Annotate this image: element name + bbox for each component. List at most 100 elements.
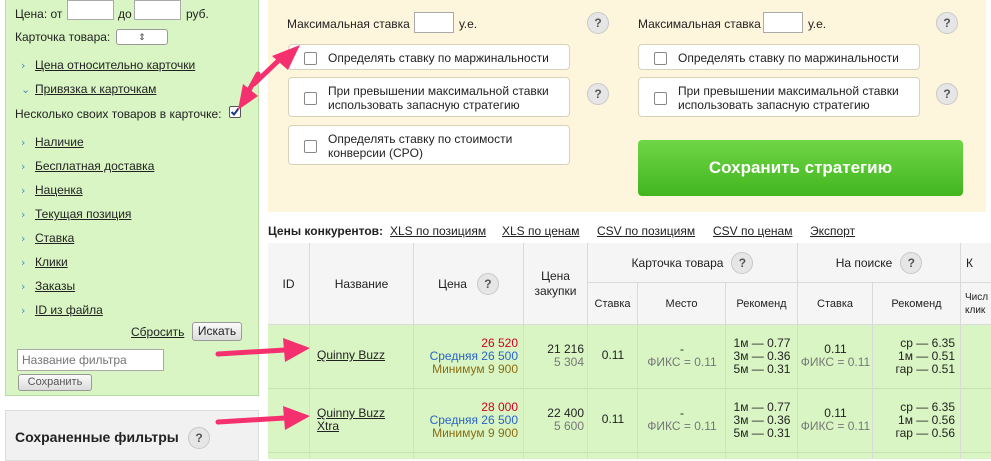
chevron-right-icon: › (21, 231, 26, 245)
header-bid: Ставка (588, 283, 638, 325)
place-cell: - ФИКС = 0.11 (647, 342, 717, 369)
nav-item[interactable]: › Бесплатная доставка (21, 157, 154, 175)
nav-card-binding[interactable]: ⌄ Привязка к карточкам (21, 80, 156, 98)
price-cell: 28 000 Средняя 26 500 Минимум 9 900 (418, 401, 518, 440)
chevron-right-icon: › (21, 135, 26, 149)
price-to-input[interactable] (134, 0, 181, 20)
max-bid-label-2: Максимальная ставка (638, 17, 761, 31)
fallback-checkbox[interactable] (304, 92, 317, 105)
table-row: Quinny Buzz 26 520 Средняя 26 500 Миниму… (268, 325, 991, 389)
saved-filters-title: Сохраненные фильтры (15, 429, 179, 445)
chevron-right-icon: › (21, 279, 26, 293)
help-icon[interactable]: ? (900, 251, 923, 274)
csv-prices-link[interactable]: CSV по ценам (713, 224, 792, 238)
header-search: На поиске ? (798, 243, 961, 283)
price-from-label: Цена: от (15, 7, 63, 21)
header-clicks: Числ клик (961, 283, 991, 325)
filter-name-input[interactable] (17, 349, 164, 371)
header-name: Название (310, 243, 414, 325)
option-fallback[interactable]: При превышении максимальной ставки испол… (288, 77, 570, 117)
save-filter-button[interactable]: Сохранить (18, 374, 92, 391)
max-bid-input[interactable] (414, 12, 454, 33)
unit-label-2: у.е. (808, 17, 827, 31)
fallback-checkbox-2[interactable] (654, 92, 667, 105)
help-icon[interactable]: ? (731, 251, 754, 274)
nav-card-price[interactable]: › Цена относительно карточки (21, 56, 195, 74)
rec-cell: 1м — 0.77 3м — 0.36 5м — 0.31 (733, 400, 791, 440)
rec-cell: 1м — 0.77 3м — 0.36 5м — 0.31 (733, 336, 791, 376)
search-button[interactable]: Искать (192, 322, 242, 341)
option-fallback-2[interactable]: При превышении максимальной ставки испол… (638, 77, 920, 117)
search-rec-cell: ср — 6.35 1м — 0.51 гар — 0.51 (895, 336, 955, 376)
option-margin-2[interactable]: Определять ставку по маржинальности (638, 44, 920, 70)
nav-item[interactable]: › ID из файла (21, 301, 103, 319)
max-bid-label: Максимальная ставка (287, 17, 410, 31)
header-search-bid: Ставка (798, 283, 873, 325)
help-icon[interactable]: ? (587, 12, 609, 34)
product-name-link[interactable]: Quinny Buzz (317, 349, 407, 362)
header-rec: Рекоменд (726, 283, 798, 325)
reset-link[interactable]: Сбросить (131, 325, 184, 339)
chevron-right-icon: › (21, 255, 26, 269)
multi-products-checkbox[interactable] (229, 106, 241, 118)
multi-products-label: Несколько своих товаров в карточке: (15, 107, 222, 121)
cpo-checkbox[interactable] (304, 140, 317, 153)
header-extra: К (961, 243, 991, 283)
xls-positions-link[interactable]: XLS по позициям (390, 224, 486, 238)
grid-line (587, 325, 588, 459)
nav-item[interactable]: › Текущая позиция (21, 205, 131, 223)
chevron-right-icon: › (21, 159, 26, 173)
header-card: Карточка товара ? (588, 243, 798, 283)
help-icon[interactable]: ? (188, 427, 210, 449)
help-icon[interactable]: ? (476, 272, 499, 295)
filter-panel: Цена: от до руб. Карточка товара: ⇕ › Це… (5, 0, 259, 396)
currency-label: руб. (186, 7, 209, 21)
help-icon[interactable]: ? (936, 12, 958, 34)
table-row: Quinny Buzz Xtra 28 000 Средняя 26 500 М… (268, 389, 991, 453)
chevron-right-icon: › (21, 183, 26, 197)
help-icon[interactable]: ? (936, 83, 958, 105)
grid-line (960, 325, 961, 459)
table-row (268, 453, 991, 459)
purchase-cell: 21 216 5 304 (547, 342, 584, 369)
nav-item[interactable]: › Клики (21, 253, 68, 271)
select-arrows-icon: ⇕ (138, 32, 146, 42)
xls-prices-link[interactable]: XLS по ценам (502, 224, 579, 238)
grid-line (725, 325, 726, 459)
unit-label: у.е. (459, 17, 478, 31)
competitors-label: Цены конкурентов: (268, 224, 384, 238)
option-margin[interactable]: Определять ставку по маржинальности (288, 44, 570, 70)
price-to-label: до (118, 7, 132, 21)
grid-line (309, 325, 310, 459)
header-price: Цена ? (414, 243, 524, 325)
grid-line (413, 325, 414, 459)
header-place: Место (638, 283, 726, 325)
search-rec-cell: ср — 6.35 1м — 0.56 гар — 0.56 (895, 400, 955, 440)
chevron-down-icon: ⌄ (21, 82, 31, 96)
saved-filters-box: Сохраненные фильтры ? (5, 410, 259, 461)
max-bid-input-2[interactable] (763, 12, 803, 33)
search-bid-cell: 0.11 ФИКС = 0.11 (800, 406, 871, 433)
card-label: Карточка товара: (15, 30, 111, 44)
margin-checkbox-2[interactable] (654, 52, 667, 65)
grid-line (523, 325, 524, 459)
option-cpo[interactable]: Определять ставку по стоимости конверсии… (288, 125, 570, 165)
help-icon[interactable]: ? (587, 83, 609, 105)
export-link[interactable]: Экспорт (810, 224, 855, 238)
card-select[interactable]: ⇕ (116, 29, 168, 45)
price-from-input[interactable] (67, 0, 114, 20)
nav-item[interactable]: › Заказы (21, 277, 75, 295)
csv-positions-link[interactable]: CSV по позициям (597, 224, 695, 238)
margin-checkbox[interactable] (304, 52, 317, 65)
chevron-right-icon: › (21, 58, 26, 72)
chevron-right-icon: › (21, 207, 26, 221)
nav-item[interactable]: › Ставка (21, 229, 74, 247)
nav-item[interactable]: › Наличие (21, 133, 84, 151)
purchase-cell: 22 400 5 600 (547, 406, 584, 433)
save-strategy-button[interactable]: Сохранить стратегию (638, 140, 963, 196)
header-id: ID (268, 243, 310, 325)
nav-item[interactable]: › Наценка (21, 181, 83, 199)
product-name-link[interactable]: Quinny Buzz Xtra (317, 407, 407, 433)
bid-value: 0.11 (601, 412, 625, 426)
checkmark-icon (230, 107, 240, 117)
